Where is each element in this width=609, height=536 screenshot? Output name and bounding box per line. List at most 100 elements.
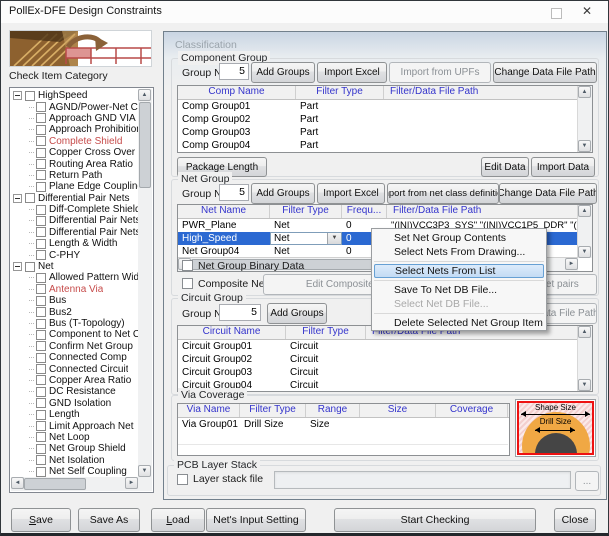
tree-item-checkbox[interactable]	[36, 364, 46, 374]
tree-item-checkbox[interactable]	[36, 455, 46, 465]
circuit-add-groups-button[interactable]: Add Groups	[267, 303, 327, 324]
tree-item[interactable]: AGND/Power-Net Clea	[12, 101, 138, 112]
tree-item[interactable]: Complete Shield	[12, 136, 138, 147]
composite-net-checkbox[interactable]	[182, 278, 193, 289]
menu-item[interactable]: Delete Selected Net Group Item	[372, 316, 546, 330]
scroll-right-icon[interactable]: ►	[565, 258, 578, 270]
tree-item-checkbox[interactable]	[36, 330, 46, 340]
tree-item[interactable]: Copper Cross Over De	[12, 147, 138, 158]
tree-item[interactable]: Connected Comp	[12, 352, 138, 363]
tree-item-checkbox[interactable]	[36, 216, 46, 226]
scroll-up-icon[interactable]: ▲	[578, 326, 591, 338]
footer-button-start-checking[interactable]: Start Checking	[334, 508, 536, 532]
menu-item[interactable]: Select Nets From List	[374, 264, 544, 278]
net-add-groups-button[interactable]: Add Groups	[251, 183, 315, 204]
tree-item-checkbox[interactable]	[25, 91, 35, 101]
scroll-down-icon[interactable]: ▼	[578, 379, 591, 391]
table-row[interactable]: Circuit Group01Circuit	[178, 340, 592, 353]
tree-item[interactable]: HighSpeed	[12, 90, 138, 101]
collapse-icon[interactable]	[13, 262, 22, 271]
tree-item-checkbox[interactable]	[36, 136, 46, 146]
tree-item-checkbox[interactable]	[36, 296, 46, 306]
menu-item[interactable]: Set Net Group Contents	[372, 231, 546, 245]
tree-item[interactable]: Bus (T-Topology)	[12, 318, 138, 329]
tree-item[interactable]: Length	[12, 409, 138, 420]
tree-item-checkbox[interactable]	[36, 444, 46, 454]
table-row[interactable]: Comp Group03Part	[178, 126, 592, 139]
footer-button-close[interactable]: Close	[554, 508, 596, 532]
circuit-group-no-field[interactable]: 5	[219, 304, 261, 321]
tree-item[interactable]: Differential Pair Nets	[12, 193, 138, 204]
tree-item-checkbox[interactable]	[36, 102, 46, 112]
tree-item-checkbox[interactable]	[36, 467, 46, 477]
column-header[interactable]: Frequ...	[342, 205, 387, 218]
column-header[interactable]: Net Name	[178, 205, 270, 218]
comp-group-no-field[interactable]: 5	[219, 63, 249, 80]
tree-item[interactable]: GND Isolation	[12, 398, 138, 409]
tree-item-checkbox[interactable]	[36, 319, 46, 329]
tree-item[interactable]: Confirm Net Group	[12, 341, 138, 352]
scroll-left-icon[interactable]: ◄	[11, 477, 24, 489]
comp-add-groups-button[interactable]: Add Groups	[251, 62, 315, 83]
column-header[interactable]: Size	[360, 404, 436, 417]
scroll-down-icon[interactable]: ▼	[578, 246, 591, 258]
layer-stack-file-checkbox[interactable]	[177, 474, 188, 485]
comp-table-vscroll[interactable]: ▲ ▼	[577, 86, 592, 152]
tree-item[interactable]: Antenna Via	[12, 284, 138, 295]
tree-item-checkbox[interactable]	[36, 387, 46, 397]
tree-item[interactable]: Diff-Complete Shield	[12, 204, 138, 215]
tree-item[interactable]: Net Loop	[12, 432, 138, 443]
column-header[interactable]: Filter Type	[286, 326, 366, 339]
import-data-button[interactable]: Import Data	[531, 157, 595, 177]
footer-button-net-s-input-setting[interactable]: Net's Input Setting	[206, 508, 306, 532]
table-row[interactable]: Circuit Group02Circuit	[178, 353, 592, 366]
tree-item-checkbox[interactable]	[36, 273, 46, 283]
column-header[interactable]: Filter Type	[240, 404, 306, 417]
tree-item-checkbox[interactable]	[36, 125, 46, 135]
tree-item-checkbox[interactable]	[36, 353, 46, 363]
tree-item[interactable]: Net	[12, 261, 138, 272]
maximize-icon[interactable]	[551, 8, 562, 19]
column-header[interactable]: Range	[306, 404, 360, 417]
edit-data-button[interactable]: Edit Data	[481, 157, 529, 177]
tree-item-checkbox[interactable]	[36, 375, 46, 385]
tree-item-checkbox[interactable]	[36, 159, 46, 169]
footer-button-save[interactable]: Save	[11, 508, 71, 532]
circuit-table-vscroll[interactable]: ▲ ▼	[577, 326, 592, 391]
collapse-icon[interactable]	[13, 194, 22, 203]
tree-item-checkbox[interactable]	[36, 307, 46, 317]
menu-item[interactable]: Select Nets From Drawing...	[372, 245, 546, 259]
tree-item[interactable]: Routing Area Ratio	[12, 158, 138, 169]
tree-item[interactable]: Component to Net Cl	[12, 329, 138, 340]
tree-item[interactable]: Approach Prohibition V	[12, 124, 138, 135]
chevron-down-icon[interactable]: ▼	[327, 233, 341, 244]
tree-item[interactable]: Differential Pair Nets 2	[12, 227, 138, 238]
table-row[interactable]: Circuit Group03Circuit	[178, 366, 592, 379]
tree-item[interactable]: C-PHY	[12, 249, 138, 260]
tree-horizontal-scrollbar[interactable]: ◄ ►	[11, 477, 138, 491]
tree-item-checkbox[interactable]	[36, 182, 46, 192]
comp-import-excel-button[interactable]: Import Excel	[317, 62, 387, 83]
footer-button-save-as[interactable]: Save As	[78, 508, 140, 532]
tree-item[interactable]: Plane Edge Coupling C	[12, 181, 138, 192]
tree-item-checkbox[interactable]	[36, 205, 46, 215]
column-header[interactable]: Via Name	[178, 404, 240, 417]
net-table-vscroll[interactable]: ▲ ▼	[577, 205, 592, 258]
tree-item[interactable]: Approach GND VIA (S	[12, 113, 138, 124]
tree-item-checkbox[interactable]	[36, 113, 46, 123]
net-change-path-button[interactable]: Change Data File Path	[499, 183, 597, 204]
net-group-binary-data-checkbox[interactable]	[182, 260, 193, 271]
tree-item-checkbox[interactable]	[36, 227, 46, 237]
tree-item-checkbox[interactable]	[36, 421, 46, 431]
tree-item[interactable]: Net Group Shield	[12, 443, 138, 454]
tree-item-checkbox[interactable]	[36, 170, 46, 180]
tree-item[interactable]: Allowed Pattern Widtl	[12, 272, 138, 283]
column-header[interactable]: Filter/Data File Path	[387, 205, 580, 218]
column-header[interactable]: Filter Type	[296, 86, 384, 99]
scroll-down-icon[interactable]: ▼	[578, 140, 591, 152]
tree-item-checkbox[interactable]	[36, 284, 46, 294]
tree-item-checkbox[interactable]	[25, 193, 35, 203]
comp-change-path-button[interactable]: Change Data File Path	[493, 62, 597, 83]
tree-item[interactable]: Connected Circuit	[12, 363, 138, 374]
tree-item[interactable]: Limit Approach Net	[12, 420, 138, 431]
